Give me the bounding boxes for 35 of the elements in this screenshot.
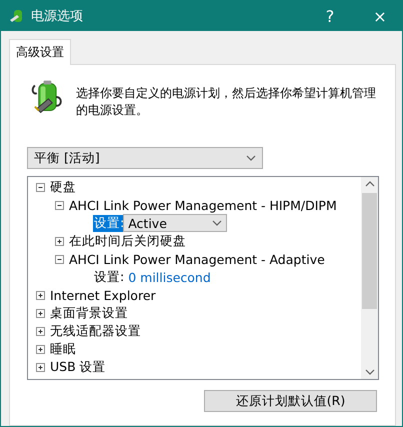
scroll-up-icon[interactable] — [364, 181, 374, 187]
window-title: 电源选项 — [31, 8, 84, 25]
collapse-icon[interactable] — [55, 200, 64, 210]
tree-item[interactable]: 睡眠 — [50, 340, 76, 358]
tree-item[interactable]: 硬盘 — [50, 178, 76, 196]
tree-item[interactable]: 桌面背景设置 — [50, 304, 128, 322]
plan-dropdown[interactable]: 平衡 [活动] — [27, 147, 263, 169]
tree-item[interactable]: AHCI Link Power Management - HIPM/DIPM — [69, 198, 337, 212]
tree-item[interactable]: USB 设置 — [50, 358, 106, 376]
expand-icon[interactable] — [36, 290, 45, 300]
setting-label[interactable]: 设置: — [93, 268, 126, 286]
expand-icon[interactable] — [36, 308, 45, 318]
close-button[interactable]: × — [358, 1, 402, 31]
scroll-down-icon[interactable] — [364, 369, 374, 375]
tree-item[interactable]: 在此时间后关闭硬盘 — [69, 232, 186, 250]
battery-plug-icon — [9, 8, 25, 24]
expand-icon[interactable] — [36, 326, 45, 336]
collapse-icon[interactable] — [36, 182, 45, 192]
expand-icon[interactable] — [36, 344, 45, 354]
expand-icon[interactable] — [55, 236, 64, 246]
restore-defaults-button[interactable]: 还原计划默认值(R) — [204, 390, 377, 412]
scrollbar-thumb[interactable] — [362, 193, 377, 309]
setting-value[interactable]: 0 millisecond — [128, 270, 211, 284]
tree-item[interactable]: AHCI Link Power Management - Adaptive — [69, 252, 325, 266]
help-button[interactable]: ? — [308, 1, 352, 31]
setting-dropdown[interactable]: Active — [123, 214, 228, 232]
battery-plug-icon — [31, 79, 64, 115]
tree-item[interactable]: Internet Explorer — [50, 288, 156, 302]
tree-item[interactable]: 无线适配器设置 — [50, 322, 141, 340]
setting-label[interactable]: 设置: — [93, 214, 126, 232]
scrollbar[interactable] — [361, 177, 378, 379]
description-text: 选择你要自定义的电源计划，然后选择你希望计算机管理的电源设置。 — [76, 85, 377, 119]
tab[interactable]: 高级设置 — [9, 39, 71, 65]
expand-icon[interactable] — [36, 362, 45, 372]
collapse-icon[interactable] — [55, 254, 64, 264]
